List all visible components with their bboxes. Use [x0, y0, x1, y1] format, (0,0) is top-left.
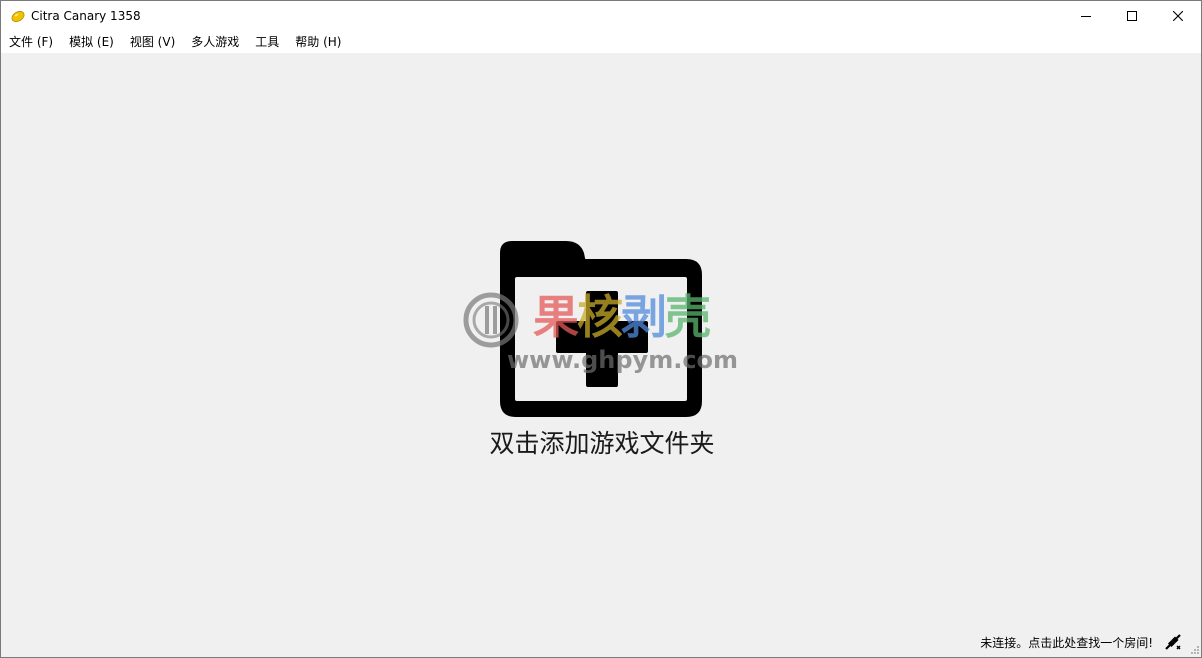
resize-grip-icon[interactable] — [1190, 645, 1200, 655]
game-list-area[interactable]: 双击添加游戏文件夹 果核剥壳 www.ghpym.com — [1, 53, 1201, 628]
status-bar: 未连接。点击此处查找一个房间! — [1, 628, 1201, 657]
citra-window: Citra Canary 1358 文件 (F) 模拟 (E) 视图 (V) 多… — [0, 0, 1202, 658]
menu-view[interactable]: 视图 (V) — [122, 31, 183, 53]
close-button[interactable] — [1155, 1, 1201, 31]
add-folder-icon — [500, 241, 702, 417]
minimize-button[interactable] — [1063, 1, 1109, 31]
close-icon — [1173, 11, 1183, 21]
menu-emulation[interactable]: 模拟 (E) — [61, 31, 122, 53]
minimize-icon — [1081, 16, 1091, 17]
title-bar[interactable]: Citra Canary 1358 — [1, 1, 1201, 31]
room-status-link[interactable]: 未连接。点击此处查找一个房间! — [980, 635, 1153, 651]
add-game-folder-placeholder[interactable]: 双击添加游戏文件夹 — [477, 239, 727, 469]
menu-multiplayer[interactable]: 多人游戏 — [183, 31, 247, 53]
maximize-icon — [1127, 11, 1137, 21]
menu-tools[interactable]: 工具 — [247, 31, 287, 53]
maximize-button[interactable] — [1109, 1, 1155, 31]
menu-help[interactable]: 帮助 (H) — [287, 31, 349, 53]
network-disconnected-icon[interactable] — [1163, 632, 1183, 652]
citra-lemon-icon — [11, 11, 25, 22]
menu-file[interactable]: 文件 (F) — [1, 31, 61, 53]
add-folder-label: 双击添加游戏文件夹 — [489, 429, 715, 458]
window-title: Citra Canary 1358 — [31, 9, 141, 23]
menu-bar: 文件 (F) 模拟 (E) 视图 (V) 多人游戏 工具 帮助 (H) — [1, 31, 1201, 53]
